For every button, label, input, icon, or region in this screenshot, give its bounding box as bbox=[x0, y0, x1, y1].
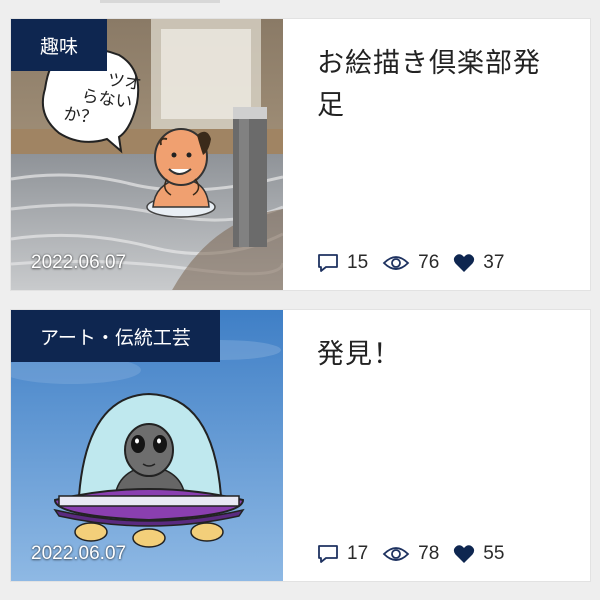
comment-count[interactable]: 15 bbox=[317, 252, 368, 274]
post-stats: 15 76 37 bbox=[317, 252, 518, 274]
comment-icon bbox=[318, 254, 338, 272]
like-count[interactable]: 55 bbox=[453, 543, 504, 565]
eye-icon bbox=[382, 256, 410, 270]
comment-icon bbox=[318, 545, 338, 563]
eye-icon bbox=[382, 547, 410, 561]
post-title[interactable]: 発見！ bbox=[317, 334, 566, 376]
comment-count-value: 15 bbox=[347, 252, 369, 273]
post-card[interactable]: ツオ らない か？ 趣味 2022.06.07 お絵描き倶楽部発足 15 76 … bbox=[10, 18, 591, 291]
post-body: 発見！ 17 78 55 bbox=[283, 310, 590, 581]
post-card[interactable]: アート・伝統工芸 2022.06.07 発見！ 17 78 55 bbox=[10, 309, 591, 582]
view-count: 78 bbox=[382, 543, 439, 565]
category-badge[interactable]: アート・伝統工芸 bbox=[11, 310, 220, 362]
post-stats: 17 78 55 bbox=[317, 543, 518, 565]
post-thumbnail[interactable]: アート・伝統工芸 2022.06.07 bbox=[11, 310, 283, 581]
heart-icon bbox=[454, 545, 475, 563]
post-date: 2022.06.07 bbox=[31, 543, 127, 564]
post-body: お絵描き倶楽部発足 15 76 37 bbox=[283, 19, 590, 290]
view-count-value: 76 bbox=[418, 252, 440, 273]
post-date: 2022.06.07 bbox=[31, 252, 127, 273]
post-thumbnail[interactable]: ツオ らない か？ 趣味 2022.06.07 bbox=[11, 19, 283, 290]
like-count[interactable]: 37 bbox=[453, 252, 504, 274]
comment-count-value: 17 bbox=[347, 543, 369, 564]
like-count-value: 55 bbox=[483, 543, 505, 564]
heart-icon bbox=[454, 254, 475, 272]
category-badge[interactable]: 趣味 bbox=[11, 19, 108, 71]
comment-count[interactable]: 17 bbox=[317, 543, 368, 565]
view-count-value: 78 bbox=[418, 543, 440, 564]
like-count-value: 37 bbox=[483, 252, 505, 273]
previous-card-edge bbox=[10, 0, 590, 8]
post-title[interactable]: お絵描き倶楽部発足 bbox=[317, 43, 566, 127]
view-count: 76 bbox=[382, 252, 439, 274]
